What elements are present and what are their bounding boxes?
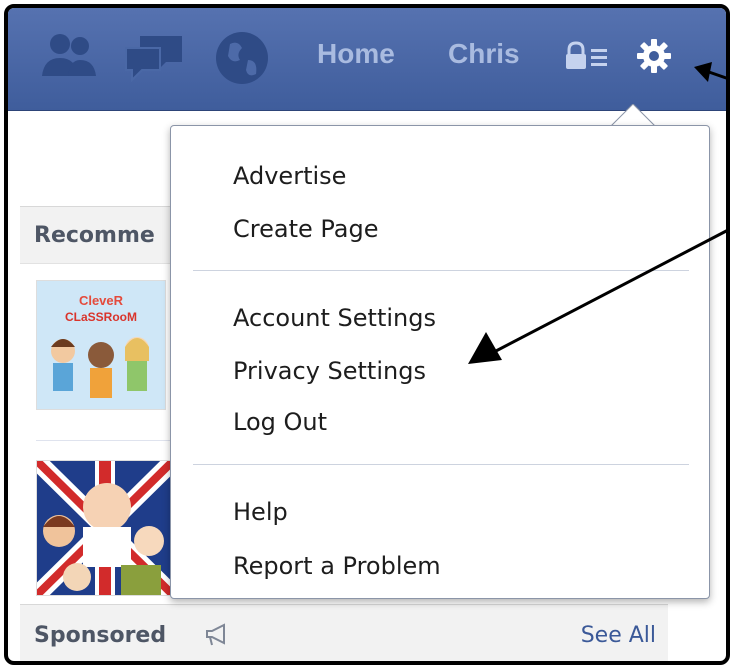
- messages-icon[interactable]: [122, 30, 188, 82]
- annotation-arrow-gear: [694, 62, 726, 82]
- top-navigation-bar: Home Chris: [8, 8, 726, 111]
- clever-classroom-thumb[interactable]: CleveR CLaSSRooM: [36, 280, 166, 410]
- menu-item-log-out[interactable]: Log Out: [233, 408, 327, 436]
- annotation-arrow-privacy: [468, 229, 726, 364]
- svg-text:CleveR: CleveR: [79, 293, 124, 308]
- nav-profile-link[interactable]: Chris: [448, 38, 520, 70]
- menu-item-privacy-settings[interactable]: Privacy Settings: [233, 357, 426, 385]
- friend-requests-icon[interactable]: [38, 30, 100, 80]
- menu-item-help[interactable]: Help: [233, 498, 288, 526]
- privacy-shortcuts-icon[interactable]: [564, 41, 612, 71]
- sponsored-footer: Sponsored See All: [20, 604, 668, 661]
- notifications-globe-icon[interactable]: [214, 30, 270, 86]
- nav-home-link[interactable]: Home: [317, 38, 395, 70]
- sponsored-label: Sponsored: [34, 623, 167, 648]
- see-all-link[interactable]: See All: [581, 623, 656, 648]
- menu-item-account-settings[interactable]: Account Settings: [233, 304, 436, 332]
- megaphone-icon: [206, 623, 225, 646]
- menu-divider: [193, 464, 689, 465]
- recommended-header-label: Recomme: [34, 223, 155, 248]
- svg-text:CLaSSRooM: CLaSSRooM: [65, 310, 137, 324]
- menu-item-report-problem[interactable]: Report a Problem: [233, 552, 441, 580]
- menu-item-advertise[interactable]: Advertise: [233, 162, 346, 190]
- gear-icon[interactable]: [636, 38, 672, 74]
- menu-item-create-page[interactable]: Create Page: [233, 215, 378, 243]
- screenshot-frame: Home Chris Recomme CleveR CLaSSRooM Spon…: [4, 4, 730, 665]
- family-guy-thumb[interactable]: [36, 460, 174, 596]
